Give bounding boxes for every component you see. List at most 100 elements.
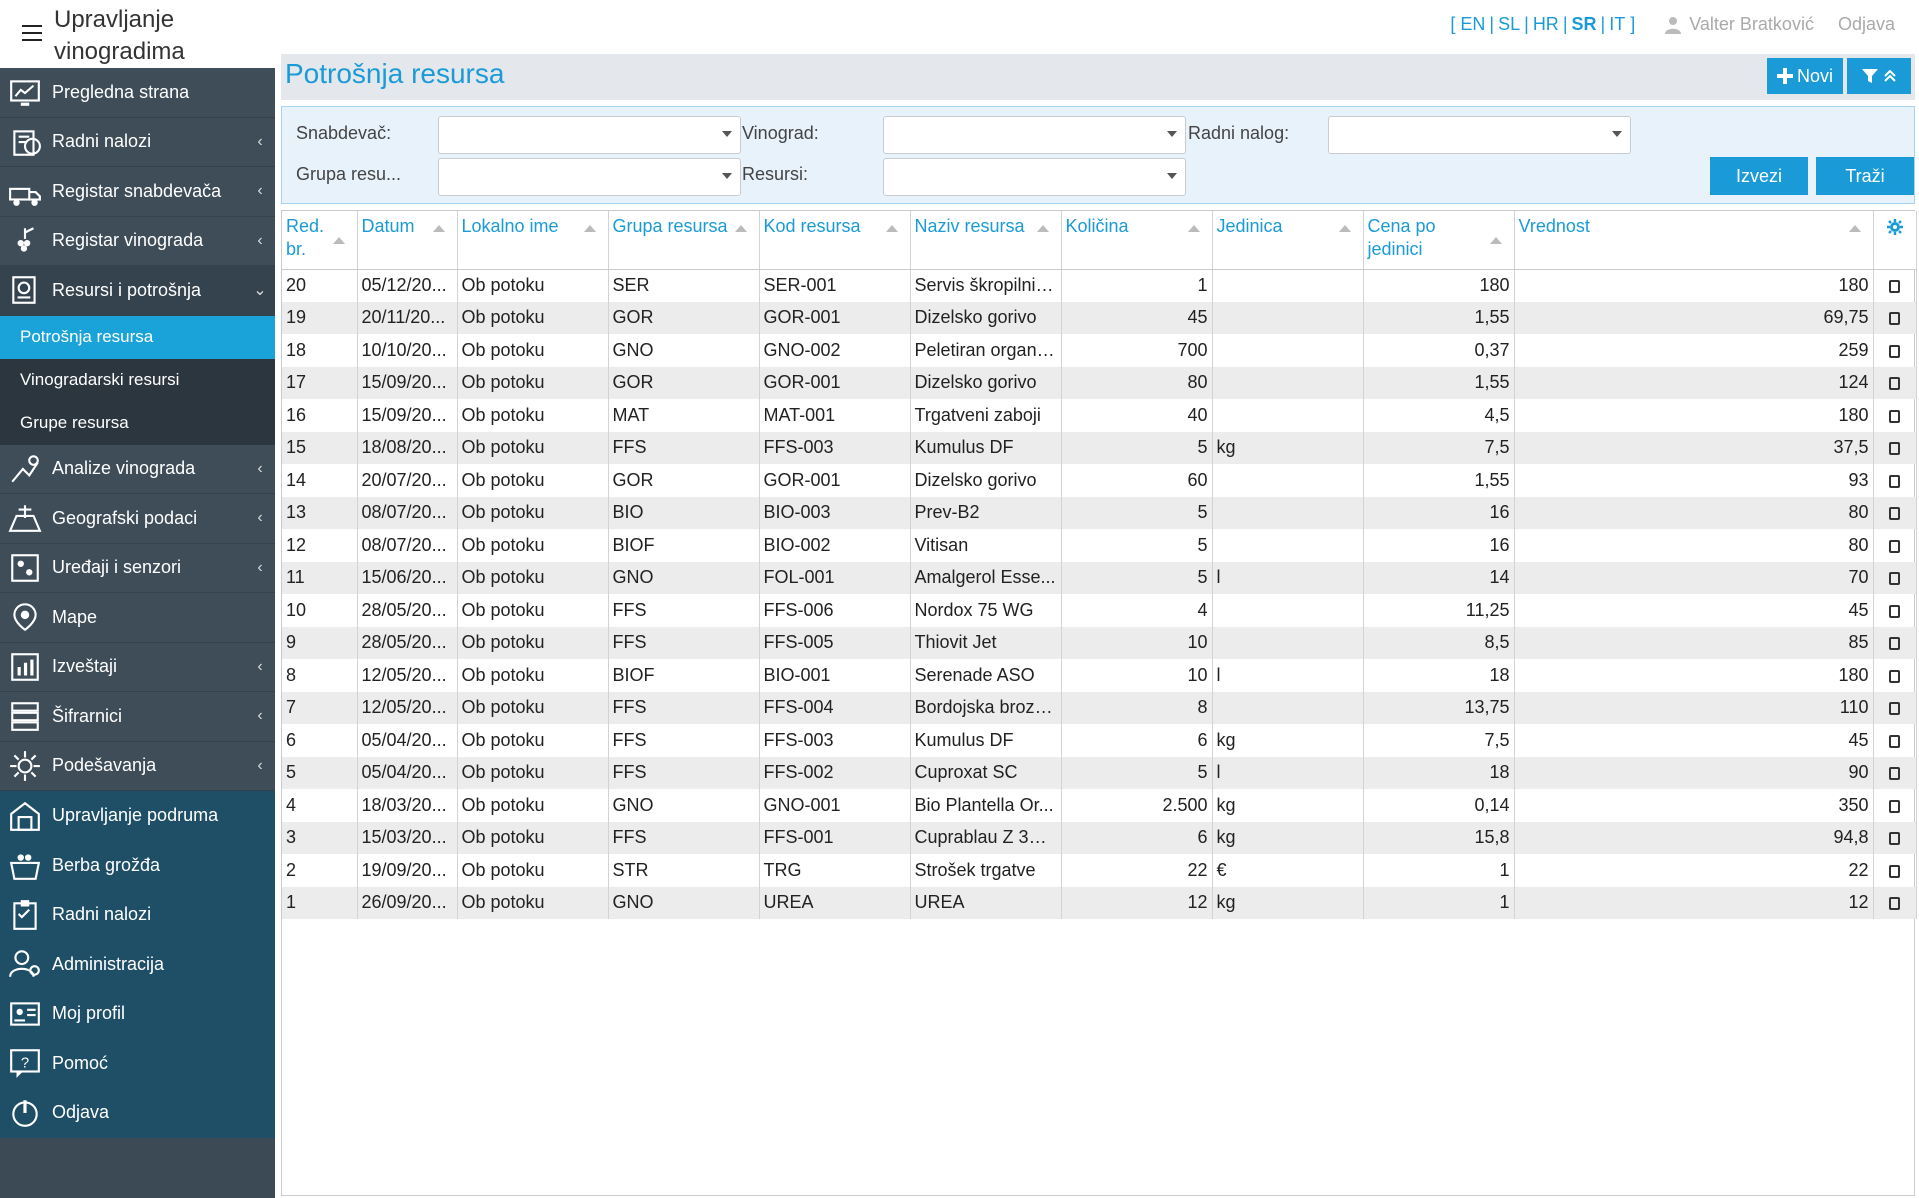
table-row[interactable]: 1 26/09/20... Ob potoku GNO UREA UREA 12 kg 1 12 (282, 886, 1917, 919)
column-header[interactable]: Naziv resursa (910, 211, 1062, 270)
row-checkbox[interactable] (1889, 799, 1900, 813)
sort-arrow-icon[interactable] (583, 225, 596, 232)
row-checkbox[interactable] (1889, 409, 1900, 423)
sidebar-item-upravljanje-podruma[interactable]: Upravljanje podruma (0, 791, 275, 841)
sort-arrow-icon[interactable] (1036, 225, 1049, 232)
export-button[interactable]: Izvezi (1710, 157, 1808, 195)
table-row[interactable]: 4 18/03/20... Ob potoku GNO GNO-001 Bio Plant… (282, 789, 1917, 822)
table-row[interactable]: 15 18/08/20... Ob potoku FFS FFS-003 Kumulus … (282, 431, 1917, 464)
sort-arrow-icon[interactable] (432, 225, 445, 232)
row-checkbox[interactable] (1889, 572, 1900, 585)
row-checkbox[interactable] (1889, 312, 1900, 325)
row-checkbox[interactable] (1889, 832, 1900, 845)
column-header[interactable]: Grupa resursa (608, 211, 760, 270)
vineyard-select[interactable] (883, 116, 1186, 154)
resources-select[interactable] (883, 158, 1186, 196)
table-row[interactable]: 3 15/03/20... Ob potoku FFS FFS-001 Cuprablau… (282, 821, 1917, 854)
sidebar-item-geografski-podaci[interactable]: Geografski podaci ‹ (0, 494, 275, 544)
sidebar-item-pregledna-strana[interactable]: Pregledna strana (0, 68, 275, 118)
hamburger-menu-icon[interactable] (22, 25, 42, 43)
sidebar-subitem-potrošnja-resursa[interactable]: Potrošnja resursa (0, 315, 275, 359)
search-button[interactable]: Traži (1816, 157, 1914, 195)
new-button[interactable]: Novi (1767, 58, 1843, 94)
sidebar-item-administracija[interactable]: Administracija (0, 939, 275, 989)
sidebar-item-analize-vinograda[interactable]: Analize vinograda ‹ (0, 444, 275, 494)
sidebar-item-radni-nalozi[interactable]: Radni nalozi ‹ (0, 117, 275, 167)
sidebar-item-registar-vinograda[interactable]: Registar vinograda ‹ (0, 216, 275, 266)
column-header[interactable]: Vrednost (1514, 211, 1874, 270)
row-checkbox[interactable] (1889, 344, 1900, 358)
row-checkbox[interactable] (1889, 864, 1900, 878)
sidebar-item-registar-snabdevača[interactable]: Registar snabdevača ‹ (0, 167, 275, 217)
lang-it[interactable]: IT (1609, 14, 1625, 34)
row-checkbox[interactable] (1889, 734, 1900, 748)
table-row[interactable]: 9 28/05/20... Ob potoku FFS FFS-005 Thiovit J… (282, 626, 1917, 659)
table-row[interactable]: 18 10/10/20... Ob potoku GNO GNO-002 Peletira… (282, 334, 1917, 367)
sidebar-item-resursi-i-potrošnja[interactable]: Resursi i potrošnja ⌄ (0, 266, 275, 316)
sort-arrow-icon[interactable] (1187, 225, 1200, 232)
sidebar-item-mape[interactable]: Mape (0, 593, 275, 643)
table-row[interactable]: 19 20/11/20... Ob potoku GOR GOR-001 Dizelsko… (282, 301, 1917, 334)
table-row[interactable]: 8 12/05/20... Ob potoku BIOF BIO-001 Serenade… (282, 659, 1917, 692)
column-header[interactable]: Lokalno ime (457, 211, 609, 270)
row-checkbox[interactable] (1889, 279, 1900, 293)
row-checkbox[interactable] (1889, 669, 1900, 683)
table-row[interactable]: 11 15/06/20... Ob potoku GNO FOL-001 Amalgero… (282, 561, 1917, 594)
sidebar-subitem-grupe-resursa[interactable]: Grupe resursa (0, 401, 275, 445)
table-row[interactable]: 6 05/04/20... Ob potoku FFS FFS-003 Kumulus D… (282, 724, 1917, 757)
sort-arrow-icon[interactable] (1489, 237, 1502, 244)
supplier-select[interactable] (438, 116, 741, 154)
sort-arrow-icon[interactable] (1338, 225, 1351, 232)
row-checkbox[interactable] (1889, 767, 1900, 780)
table-row[interactable]: 20 05/12/20... Ob potoku SER SER-001 Servis š… (282, 269, 1917, 302)
column-header[interactable]: Kod resursa (759, 211, 911, 270)
sidebar-item-berba-grožđa[interactable]: Berba grožđa (0, 840, 275, 890)
sidebar-item-radni-nalozi[interactable]: Radni nalozi (0, 890, 275, 940)
work-order-select[interactable] (1328, 116, 1631, 154)
gear-icon[interactable] (1886, 219, 1903, 235)
sidebar-item-odjava[interactable]: Odjava (0, 1088, 275, 1138)
column-header[interactable]: Cena po jedinici (1363, 211, 1515, 270)
resource-group-select[interactable] (438, 158, 741, 196)
sidebar-item-izveštaji[interactable]: Izveštaji ‹ (0, 642, 275, 692)
table-row[interactable]: 7 12/05/20... Ob potoku FFS FFS-004 Bordojska… (282, 691, 1917, 724)
row-checkbox[interactable] (1889, 897, 1900, 910)
sort-arrow-icon[interactable] (885, 225, 898, 232)
row-checkbox[interactable] (1889, 377, 1900, 390)
table-row[interactable]: 16 15/09/20... Ob potoku MAT MAT-001 Trgatven… (282, 399, 1917, 432)
row-checkbox[interactable] (1889, 637, 1900, 650)
row-checkbox[interactable] (1889, 604, 1900, 618)
column-header[interactable]: Red. br. (282, 211, 358, 270)
column-header[interactable]: Datum (357, 211, 458, 270)
sort-arrow-icon[interactable] (1848, 225, 1861, 232)
user-menu[interactable]: Valter Bratković (1665, 14, 1814, 35)
logout-link[interactable]: Odjava (1838, 14, 1895, 35)
table-row[interactable]: 14 20/07/20... Ob potoku GOR GOR-001 Dizelsko… (282, 464, 1917, 497)
table-row[interactable]: 17 15/09/20... Ob potoku GOR GOR-001 Dizelsko… (282, 366, 1917, 399)
table-row[interactable]: 2 19/09/20... Ob potoku STR TRG Strošek trgat… (282, 854, 1917, 887)
table-row[interactable]: 5 05/04/20... Ob potoku FFS FFS-002 Cuproxat … (282, 756, 1917, 789)
column-settings[interactable] (1873, 211, 1917, 270)
row-checkbox[interactable] (1889, 474, 1900, 488)
sidebar-item-moj-profil[interactable]: Moj profil (0, 989, 275, 1039)
sidebar-item-šifrarnici[interactable]: Šifrarnici ‹ (0, 692, 275, 742)
row-checkbox[interactable] (1889, 539, 1900, 553)
table-row[interactable]: 12 08/07/20... Ob potoku BIOF BIO-002 Vitisan… (282, 529, 1917, 562)
column-header[interactable]: Količina (1061, 211, 1213, 270)
sort-arrow-icon[interactable] (734, 225, 747, 232)
row-checkbox[interactable] (1889, 702, 1900, 715)
column-header[interactable]: Jedinica (1212, 211, 1364, 270)
sidebar-item-pomoć[interactable]: ? Pomoć (0, 1038, 275, 1088)
row-checkbox[interactable] (1889, 442, 1900, 455)
row-checkbox[interactable] (1889, 507, 1900, 520)
sort-arrow-icon[interactable] (332, 237, 345, 244)
lang-hr[interactable]: HR (1533, 14, 1559, 34)
table-row[interactable]: 13 08/07/20... Ob potoku BIO BIO-003 Prev-B2 5… (282, 496, 1917, 529)
lang-en[interactable]: EN (1460, 14, 1485, 34)
filter-toggle-button[interactable] (1847, 58, 1911, 94)
sidebar-item-podešavanja[interactable]: Podešavanja ‹ (0, 741, 275, 791)
lang-sl[interactable]: SL (1498, 14, 1520, 34)
sidebar-subitem-vinogradarski-resursi[interactable]: Vinogradarski resursi (0, 358, 275, 402)
table-row[interactable]: 10 28/05/20... Ob potoku FFS FFS-006 Nordox 7… (282, 594, 1917, 627)
lang-sr[interactable]: SR (1572, 14, 1597, 34)
